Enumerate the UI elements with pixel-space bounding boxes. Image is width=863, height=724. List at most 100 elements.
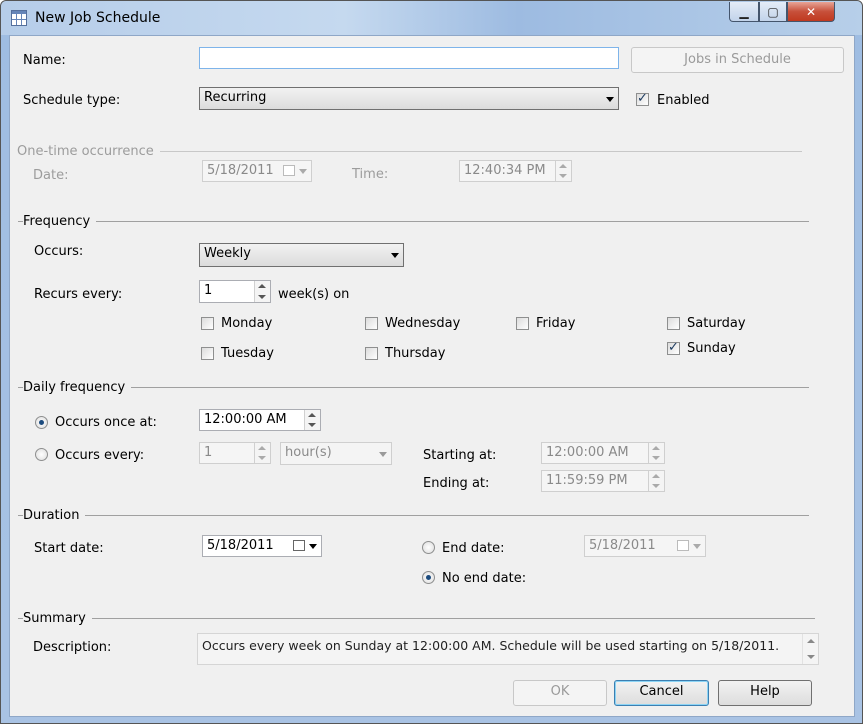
ending-at-label: Ending at: bbox=[423, 476, 490, 491]
sunday-label: Sunday bbox=[687, 341, 736, 356]
occurs-every-radio[interactable] bbox=[35, 448, 48, 461]
spin-down-icon bbox=[258, 456, 266, 460]
frequency-section-title: Frequency bbox=[23, 214, 97, 229]
spin-up-icon bbox=[308, 413, 316, 417]
starting-at-value: 12:00:00 AM bbox=[546, 445, 629, 460]
minimize-button[interactable]: ▁ bbox=[729, 2, 759, 22]
occurs-every-unit-value: hour(s) bbox=[285, 445, 332, 460]
spin-down-icon bbox=[308, 423, 316, 427]
occurs-value: Weekly bbox=[204, 246, 251, 261]
spin-down-icon bbox=[652, 456, 660, 460]
chevron-down-icon bbox=[693, 544, 701, 549]
occurs-every-input[interactable]: 1 bbox=[199, 442, 271, 464]
summary-section-title: Summary bbox=[23, 611, 92, 626]
ending-at-input[interactable]: 11:59:59 PM bbox=[541, 470, 665, 492]
end-date-picker[interactable]: 5/18/2011 bbox=[584, 535, 706, 557]
spin-down-icon bbox=[258, 295, 266, 299]
spin-up-icon bbox=[652, 474, 660, 478]
recurs-unit-label: week(s) on bbox=[278, 287, 350, 302]
schedule-type-value: Recurring bbox=[204, 90, 267, 105]
spin-down-icon bbox=[559, 174, 567, 178]
one-time-section-title: One-time occurrence bbox=[17, 144, 160, 159]
close-button[interactable]: ✕ bbox=[787, 2, 835, 22]
one-time-time-input[interactable]: 12:40:34 PM bbox=[459, 160, 572, 182]
maximize-icon: ▢ bbox=[767, 4, 779, 19]
chevron-down-icon bbox=[606, 96, 614, 102]
saturday-label: Saturday bbox=[687, 316, 746, 331]
ending-at-value: 11:59:59 PM bbox=[546, 473, 628, 488]
name-input[interactable] bbox=[199, 47, 619, 69]
calendar-icon bbox=[11, 10, 27, 26]
no-end-date-radio[interactable] bbox=[422, 571, 435, 584]
saturday-checkbox[interactable] bbox=[667, 317, 680, 330]
calendar-icon bbox=[283, 165, 295, 176]
occurs-select[interactable]: Weekly bbox=[199, 243, 404, 267]
occurs-once-label: Occurs once at: bbox=[55, 415, 157, 430]
one-time-date-value: 5/18/2011 bbox=[207, 163, 274, 178]
ok-button[interactable]: OK bbox=[513, 680, 607, 706]
time-spinner[interactable] bbox=[555, 161, 571, 181]
chevron-down-icon bbox=[299, 169, 307, 174]
no-end-date-label: No end date: bbox=[442, 571, 527, 586]
one-time-date-picker[interactable]: 5/18/2011 bbox=[202, 160, 312, 182]
one-time-date-label: Date: bbox=[33, 168, 69, 183]
friday-label: Friday bbox=[536, 316, 576, 331]
occurs-every-value: 1 bbox=[204, 445, 213, 460]
description-box[interactable]: Occurs every week on Sunday at 12:00:00 … bbox=[197, 633, 819, 665]
starting-at-input[interactable]: 12:00:00 AM bbox=[541, 442, 665, 464]
end-date-value: 5/18/2011 bbox=[589, 538, 656, 553]
wednesday-checkbox[interactable] bbox=[365, 317, 378, 330]
starting-spinner[interactable] bbox=[648, 443, 664, 463]
window-title: New Job Schedule bbox=[35, 10, 161, 26]
duration-divider bbox=[18, 515, 809, 516]
thursday-checkbox[interactable] bbox=[365, 347, 378, 360]
maximize-button[interactable]: ▢ bbox=[759, 2, 787, 22]
enabled-checkbox[interactable] bbox=[636, 91, 649, 106]
end-date-label: End date: bbox=[442, 541, 505, 556]
schedule-type-select[interactable]: Recurring bbox=[199, 87, 619, 110]
daily-frequency-section-title: Daily frequency bbox=[23, 380, 132, 395]
spin-down-icon bbox=[652, 484, 660, 488]
spin-up-icon bbox=[258, 284, 266, 288]
close-icon: ✕ bbox=[805, 4, 817, 19]
duration-section-title: Duration bbox=[23, 508, 86, 523]
chevron-down-icon bbox=[391, 253, 399, 258]
tuesday-checkbox[interactable] bbox=[201, 347, 214, 360]
enabled-label: Enabled bbox=[657, 93, 710, 108]
recurs-spinner[interactable] bbox=[254, 281, 270, 302]
occurs-every-label: Occurs every: bbox=[55, 448, 145, 463]
tuesday-label: Tuesday bbox=[221, 346, 274, 361]
frequency-divider bbox=[18, 221, 809, 222]
sunday-checkbox[interactable] bbox=[667, 340, 680, 355]
start-date-label: Start date: bbox=[34, 541, 104, 556]
help-button[interactable]: Help bbox=[718, 680, 812, 706]
every-spinner[interactable] bbox=[254, 443, 270, 463]
starting-at-label: Starting at: bbox=[423, 448, 497, 463]
occurs-once-time-value: 12:00:00 AM bbox=[204, 412, 287, 427]
monday-checkbox[interactable] bbox=[201, 317, 214, 330]
ending-spinner[interactable] bbox=[648, 471, 664, 491]
dialog-body: Name: Jobs in Schedule Schedule type: Re… bbox=[9, 35, 855, 717]
jobs-in-schedule-button[interactable]: Jobs in Schedule bbox=[631, 47, 844, 73]
occurs-once-time-input[interactable]: 12:00:00 AM bbox=[199, 409, 321, 431]
occurs-once-radio[interactable] bbox=[35, 416, 48, 429]
recurs-every-label: Recurs every: bbox=[34, 287, 123, 302]
monday-label: Monday bbox=[221, 316, 273, 331]
chevron-down-icon bbox=[379, 451, 387, 457]
summary-divider bbox=[18, 618, 815, 619]
recurs-every-input[interactable]: 1 bbox=[199, 280, 271, 303]
cancel-button[interactable]: Cancel bbox=[614, 680, 709, 706]
end-date-radio[interactable] bbox=[422, 541, 435, 554]
occurs-every-unit-select[interactable]: hour(s) bbox=[280, 442, 392, 465]
once-time-spinner[interactable] bbox=[304, 410, 320, 430]
scroll-up-icon bbox=[807, 639, 815, 643]
spin-up-icon bbox=[652, 446, 660, 450]
start-date-picker[interactable]: 5/18/2011 bbox=[202, 535, 322, 557]
name-label: Name: bbox=[23, 53, 66, 68]
description-scrollbar[interactable] bbox=[802, 634, 818, 664]
friday-checkbox[interactable] bbox=[516, 317, 529, 330]
calendar-icon bbox=[677, 540, 689, 551]
minimize-icon: ▁ bbox=[739, 4, 749, 19]
scroll-down-icon bbox=[807, 655, 815, 659]
schedule-type-label: Schedule type: bbox=[23, 93, 121, 108]
